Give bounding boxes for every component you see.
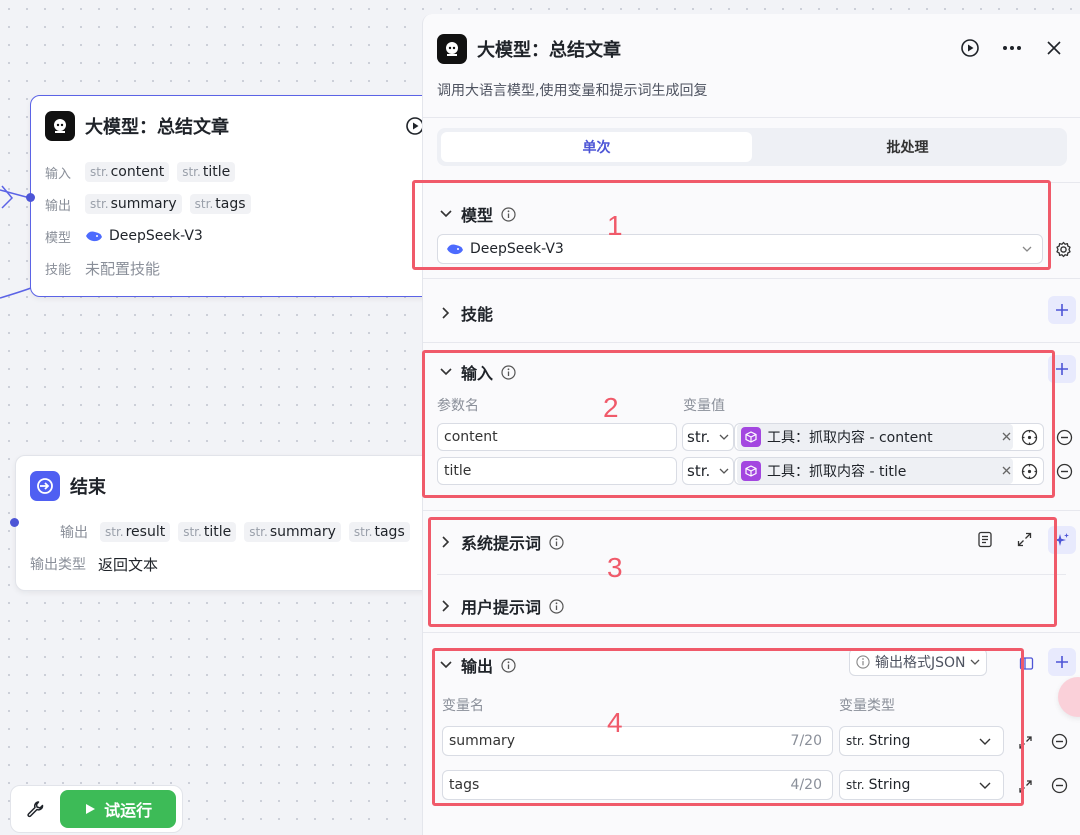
end-node-title: 结束 <box>70 477 106 498</box>
llm-node-input-row: 输入 str. content str. title <box>31 156 439 188</box>
llm-node-skill-label: 技能 <box>45 262 72 278</box>
more-icon[interactable] <box>1000 38 1024 58</box>
tab-batch[interactable]: 批处理 <box>752 132 1063 162</box>
plus-icon <box>1056 656 1068 668</box>
llm-node-header: 大模型：总结文章 <box>31 96 439 156</box>
tag-name: tags <box>215 196 246 212</box>
tag-name: title <box>202 164 231 180</box>
llm-node-skill-row: 技能 未配置技能 <box>31 252 439 284</box>
exit-icon <box>30 471 60 501</box>
divider <box>423 278 1080 279</box>
llm-node-model-label: 模型 <box>45 230 72 246</box>
divider <box>423 117 1080 118</box>
trial-run-button[interactable]: 试运行 <box>60 790 176 828</box>
tag-name: content <box>110 164 165 180</box>
minus-circle-icon[interactable] <box>1055 462 1073 480</box>
tag-type: str. <box>90 197 109 211</box>
end-tag-result: str. result <box>100 522 171 542</box>
chevron-right-icon <box>439 306 453 320</box>
play-icon <box>86 804 96 814</box>
panel-header: 大模型：总结文章 <box>437 34 621 64</box>
llm-node-output-label: 输出 <box>45 198 72 214</box>
model-chip: DeepSeek-V3 <box>85 228 203 244</box>
tab-single[interactable]: 单次 <box>441 132 752 162</box>
skill-value: 未配置技能 <box>85 259 161 278</box>
minus-circle-icon[interactable] <box>1050 732 1068 750</box>
input-tag-title: str. title <box>177 162 236 182</box>
tag-name: summary <box>110 196 177 212</box>
llm-node-icon <box>437 34 467 64</box>
llm-node-input-label: 输入 <box>45 166 72 182</box>
play-icon[interactable] <box>958 38 982 58</box>
tag-type: str. <box>353 525 373 539</box>
input-tag-content: str. content <box>85 162 170 182</box>
llm-node-model-row: 模型 DeepSeek-V3 <box>31 220 439 252</box>
end-node-output-label: 输出 <box>60 525 88 541</box>
workflow-canvas[interactable]: 大模型：总结文章 输入 str. content str. title 输出 str… <box>0 0 440 835</box>
wrench-icon[interactable] <box>17 791 52 827</box>
tag-type: str. <box>183 525 202 539</box>
llm-node-title: 大模型：总结文章 <box>85 117 229 138</box>
panel-actions <box>958 38 1066 58</box>
close-icon[interactable] <box>1042 38 1066 58</box>
tag-name: result <box>125 524 166 540</box>
output-tag-tags: str. tags <box>189 194 251 214</box>
tag-type: str. <box>182 165 201 179</box>
end-node[interactable]: 结束 输出 str. result str. title str. summary s… <box>15 455 440 591</box>
minus-circle-icon[interactable] <box>1050 776 1068 794</box>
tag-name: tags <box>374 524 405 540</box>
end-tag-tags: str. tags <box>348 522 410 542</box>
divider <box>423 632 1080 633</box>
tag-type: str. <box>90 165 109 179</box>
divider <box>423 510 1080 511</box>
end-node-output-row: 输出 str. result str. title str. summary str.… <box>16 516 439 548</box>
end-tag-title: str. title <box>178 522 237 542</box>
end-node-type-row: 输出类型 返回文本 <box>16 548 439 580</box>
annotation-number: 4 <box>607 707 623 738</box>
annotation-number: 2 <box>603 392 619 423</box>
llm-node-input-handle[interactable] <box>26 193 35 202</box>
annotation-number: 1 <box>607 210 623 241</box>
panel-description: 调用大语言模型,使用变量和提示词生成回复 <box>437 83 708 99</box>
skills-section-title: 技能 <box>461 305 494 324</box>
annotation-box-output <box>432 648 1024 806</box>
tag-type: str. <box>105 525 124 539</box>
divider <box>423 342 1080 343</box>
trial-run-label: 试运行 <box>104 801 153 820</box>
model-name: DeepSeek-V3 <box>109 228 203 244</box>
annotation-number: 3 <box>607 552 623 583</box>
minus-circle-icon[interactable] <box>1055 428 1073 446</box>
skills-section-header[interactable]: 技能 <box>439 301 493 325</box>
annotation-box-model <box>412 180 1051 270</box>
annotation-box-prompts <box>428 517 1057 627</box>
end-node-input-handle[interactable] <box>10 518 19 527</box>
annotation-box-input <box>422 350 1055 498</box>
llm-node-icon <box>45 111 75 141</box>
bottom-toolbar: 试运行 <box>10 785 183 833</box>
plus-icon <box>1056 363 1068 375</box>
tag-name: summary <box>269 524 336 540</box>
mode-tabs: 单次 批处理 <box>437 128 1067 166</box>
plus-icon <box>1056 304 1068 316</box>
output-tag-summary: str. summary <box>85 194 182 214</box>
llm-node[interactable]: 大模型：总结文章 输入 str. content str. title 输出 str… <box>30 95 440 297</box>
llm-node-output-row: 输出 str. summary str. tags <box>31 188 439 220</box>
tag-type: str. <box>249 525 268 539</box>
add-output-button[interactable] <box>1048 648 1076 676</box>
gear-icon[interactable] <box>1054 240 1072 258</box>
add-skill-button[interactable] <box>1048 296 1076 324</box>
whale-icon <box>86 231 102 242</box>
end-tag-summary: str. summary <box>244 522 341 542</box>
end-node-header: 结束 <box>16 456 439 516</box>
end-node-type-value: 返回文本 <box>98 555 159 574</box>
tag-name: title <box>203 524 232 540</box>
tag-type: str. <box>194 197 214 211</box>
end-node-type-label: 输出类型 <box>30 557 86 573</box>
panel-title: 大模型：总结文章 <box>477 40 621 61</box>
